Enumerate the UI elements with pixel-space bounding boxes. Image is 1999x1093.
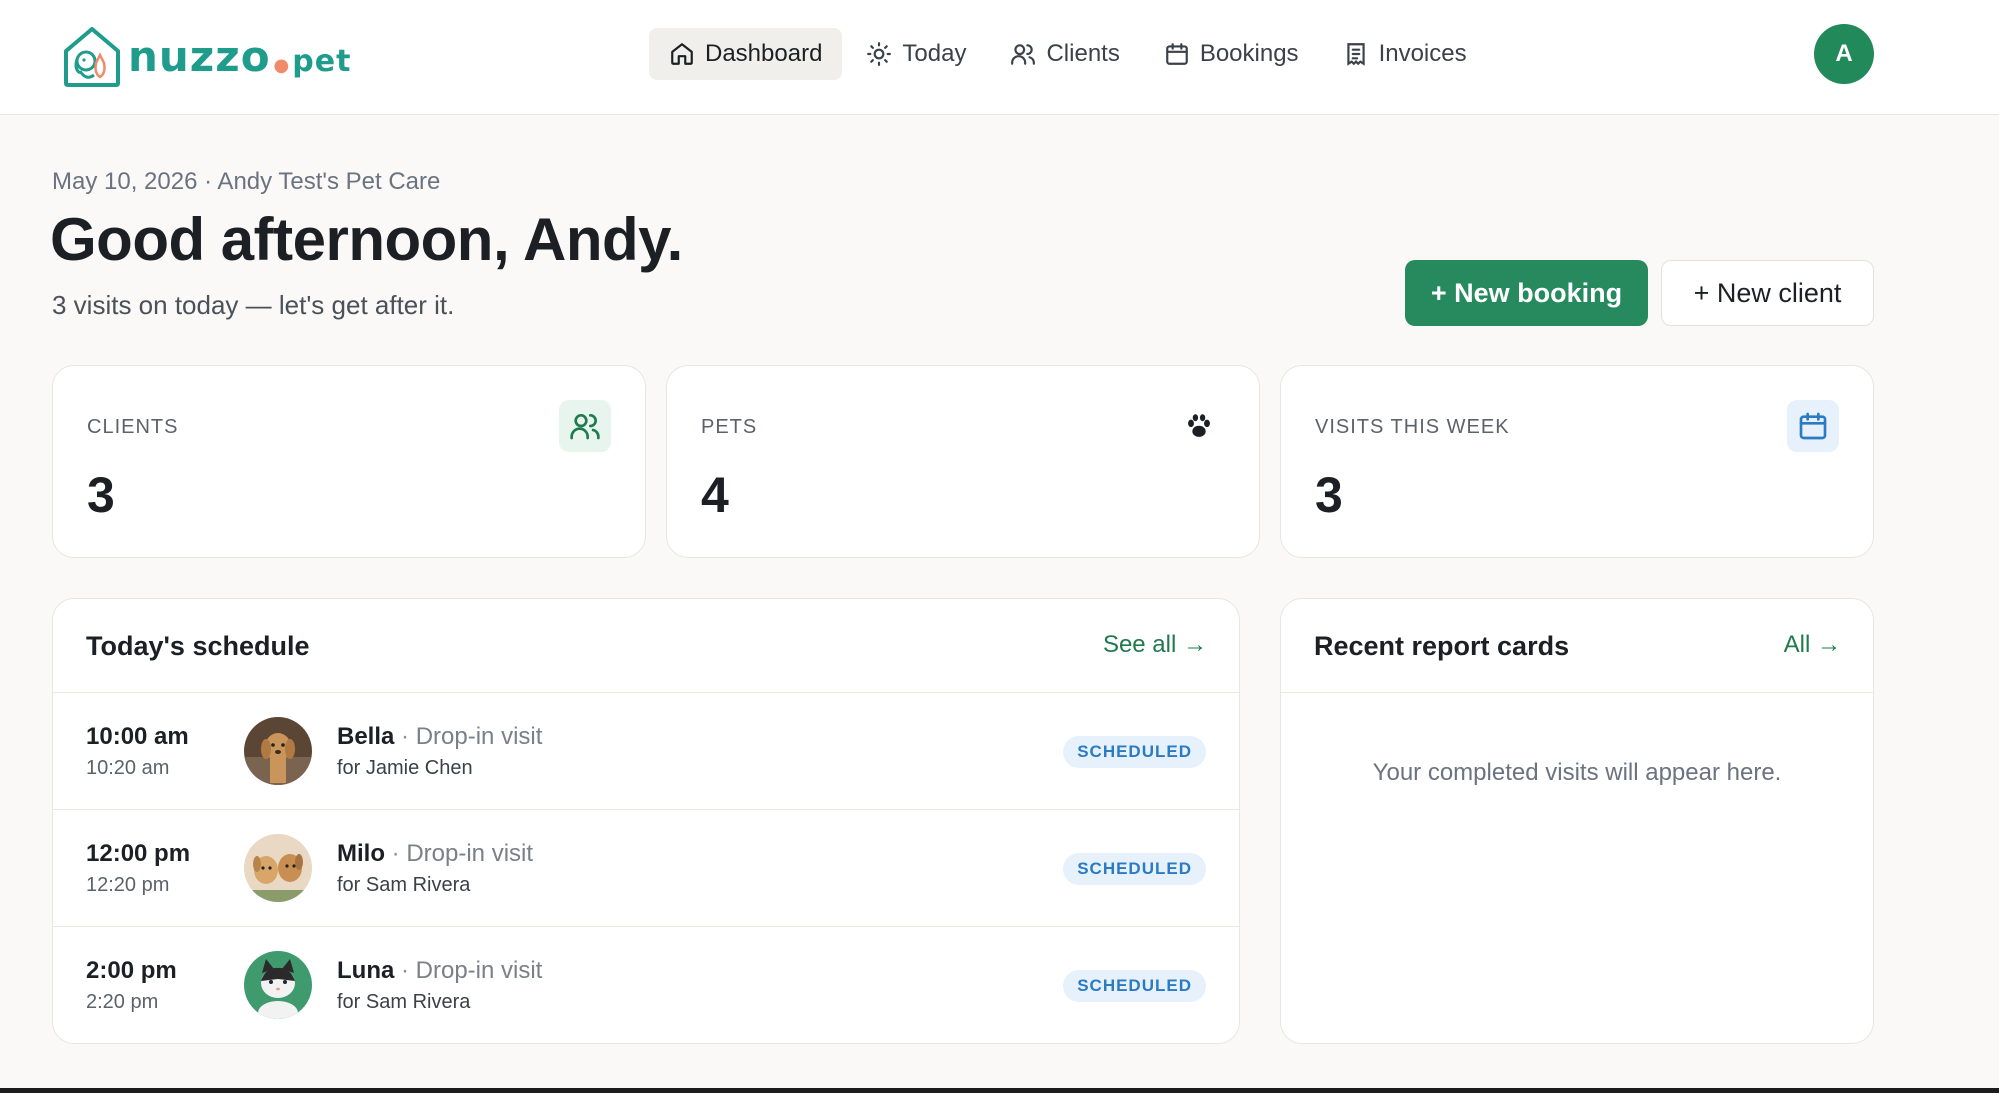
pet-name: Luna: [337, 957, 395, 984]
nav-item-clients[interactable]: Clients: [990, 28, 1139, 80]
users-icon: [559, 400, 611, 452]
nav-item-invoices[interactable]: Invoices: [1323, 28, 1487, 80]
stat-label: VISITS THIS WEEK: [1315, 416, 1510, 438]
recent-report-cards-panel: Recent report cards All → Your completed…: [1280, 598, 1874, 1044]
owner-name: for Sam Rivera: [337, 874, 471, 896]
visit-start-time: 2:00 pm: [86, 957, 177, 984]
service-type: Drop-in visit: [415, 957, 543, 984]
nav-label: Clients: [1046, 40, 1120, 67]
visit-end-time: 12:20 pm: [86, 874, 170, 896]
bottom-edge: [0, 1088, 1999, 1093]
owner-name: for Jamie Chen: [337, 757, 473, 779]
service-type: Drop-in visit: [415, 723, 543, 750]
visit-end-time: 2:20 pm: [86, 991, 159, 1013]
paw-icon: ●: [273, 54, 291, 76]
status-badge: SCHEDULED: [1063, 736, 1206, 768]
new-booking-button[interactable]: + New booking: [1405, 260, 1648, 326]
visits-summary: 3 visits on today — let's get after it.: [52, 290, 455, 320]
stat-label: PETS: [701, 416, 758, 438]
pet-name: Milo: [337, 840, 385, 867]
pet-photo-dogs: [244, 834, 312, 902]
nav-item-bookings[interactable]: Bookings: [1144, 28, 1319, 80]
separator: ·: [385, 840, 407, 867]
page-title: Good afternoon, Andy.: [50, 206, 683, 273]
calendar-icon: [1165, 43, 1188, 65]
calendar-icon: [1787, 400, 1839, 452]
new-client-button[interactable]: + New client: [1661, 260, 1874, 326]
stat-label: CLIENTS: [87, 416, 179, 438]
schedule-row[interactable]: 2:00 pm 2:20 pm Luna · Drop-in visit for…: [53, 927, 1239, 1043]
separator: ·: [394, 723, 416, 750]
date-business-line: May 10, 2026 · Andy Test's Pet Care: [52, 168, 441, 195]
panel-title: Recent report cards: [1314, 631, 1570, 661]
users-icon: [1011, 44, 1036, 65]
visit-start-time: 12:00 pm: [86, 840, 191, 867]
separator: ·: [394, 957, 416, 984]
home-icon: [671, 43, 693, 65]
nav-item-dashboard[interactable]: Dashboard: [649, 28, 843, 80]
pet-photo-cat: [244, 951, 312, 1019]
sun-icon: [867, 42, 892, 66]
nav-label: Dashboard: [705, 40, 823, 67]
nav-item-today[interactable]: Today: [846, 28, 986, 80]
schedule-row[interactable]: 10:00 am 10:20 am Bella · Drop-in visit …: [53, 693, 1239, 810]
owner-name: for Sam Rivera: [337, 991, 471, 1013]
pet-name: Bella: [337, 723, 395, 750]
panel-title: Today's schedule: [86, 631, 310, 661]
visit-start-time: 10:00 am: [86, 723, 189, 750]
stat-value: 3: [87, 467, 115, 523]
house-pet-logo-icon: [64, 27, 120, 87]
brand-logo[interactable]: nuzzo ● pet: [60, 22, 351, 90]
stat-card-pets[interactable]: PETS 4: [666, 365, 1260, 558]
nav-label: Bookings: [1199, 40, 1299, 67]
status-badge: SCHEDULED: [1063, 970, 1206, 1002]
user-avatar[interactable]: A: [1814, 24, 1874, 84]
see-all-link[interactable]: See all →: [1103, 631, 1207, 659]
schedule-row[interactable]: 12:00 pm 12:20 pm Milo · Drop-in visit f…: [53, 810, 1239, 927]
stat-card-clients[interactable]: CLIENTS 3: [52, 365, 646, 558]
nav-label: Invoices: [1378, 40, 1467, 67]
all-report-cards-link[interactable]: All →: [1784, 631, 1841, 659]
todays-schedule-panel: Today's schedule See all → 10:00 am 10:2…: [52, 598, 1240, 1044]
pet-photo-dog: [244, 717, 312, 785]
paw-icon: [1173, 400, 1225, 452]
nav-label: Today: [902, 40, 967, 67]
visit-end-time: 10:20 am: [86, 757, 170, 779]
stat-value: 3: [1315, 467, 1343, 523]
main-nav: Dashboard Today Clients Bookings Invoice…: [649, 28, 1487, 80]
empty-state-message: Your completed visits will appear here.: [1372, 759, 1782, 786]
top-navigation-bar: nuzzo ● pet Dashboard Today Clients Book…: [0, 0, 1999, 115]
brand-name: nuzzo: [128, 31, 271, 81]
receipt-icon: [1346, 43, 1365, 66]
stat-value: 4: [701, 467, 729, 523]
service-type: Drop-in visit: [406, 840, 534, 867]
brand-suffix: pet: [292, 43, 352, 79]
status-badge: SCHEDULED: [1063, 853, 1206, 885]
stat-card-visits-week[interactable]: VISITS THIS WEEK 3: [1280, 365, 1874, 558]
